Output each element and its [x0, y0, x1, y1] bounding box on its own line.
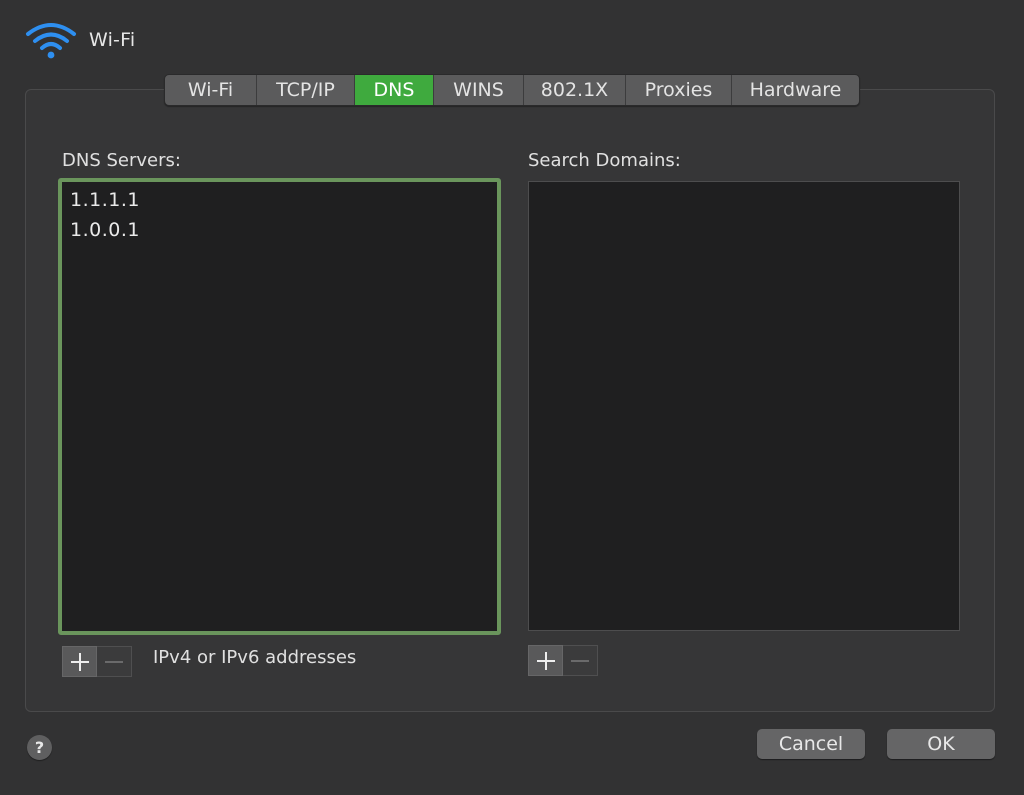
- search-domains-label: Search Domains:: [528, 150, 681, 171]
- dns-hint-text: IPv4 or IPv6 addresses: [153, 647, 357, 668]
- tab-proxies[interactable]: Proxies: [625, 75, 731, 105]
- tab-8021x[interactable]: 802.1X: [523, 75, 625, 105]
- cancel-button[interactable]: Cancel: [757, 729, 865, 759]
- window-title: Wi-Fi: [89, 29, 136, 51]
- dns-servers-list[interactable]: 1.1.1.1 1.0.0.1: [58, 178, 501, 635]
- help-button[interactable]: ?: [27, 735, 52, 760]
- tab-wifi[interactable]: Wi-Fi: [165, 75, 256, 105]
- dns-server-item[interactable]: 1.1.1.1: [70, 185, 489, 215]
- tab-wins[interactable]: WINS: [433, 75, 523, 105]
- dns-add-button[interactable]: [62, 646, 97, 677]
- dns-add-remove-group: [62, 646, 132, 677]
- tab-dns[interactable]: DNS: [354, 75, 433, 105]
- plus-icon: [70, 652, 89, 671]
- search-add-button[interactable]: [528, 645, 563, 676]
- minus-icon: [105, 660, 123, 663]
- dns-remove-button[interactable]: [97, 646, 132, 677]
- wifi-icon: [26, 23, 76, 59]
- search-add-remove-group: [528, 645, 598, 676]
- plus-icon: [536, 651, 555, 670]
- minus-icon: [571, 659, 589, 662]
- search-domains-list[interactable]: [528, 181, 960, 631]
- search-remove-button[interactable]: [563, 645, 598, 676]
- tab-tcpip[interactable]: TCP/IP: [256, 75, 354, 105]
- dns-server-item[interactable]: 1.0.0.1: [70, 215, 489, 245]
- tab-bar: Wi-Fi TCP/IP DNS WINS 802.1X Proxies Har…: [164, 74, 860, 106]
- dns-servers-label: DNS Servers:: [62, 150, 181, 171]
- ok-button[interactable]: OK: [887, 729, 995, 759]
- tab-hardware[interactable]: Hardware: [731, 75, 859, 105]
- window-header: Wi-Fi: [24, 18, 135, 62]
